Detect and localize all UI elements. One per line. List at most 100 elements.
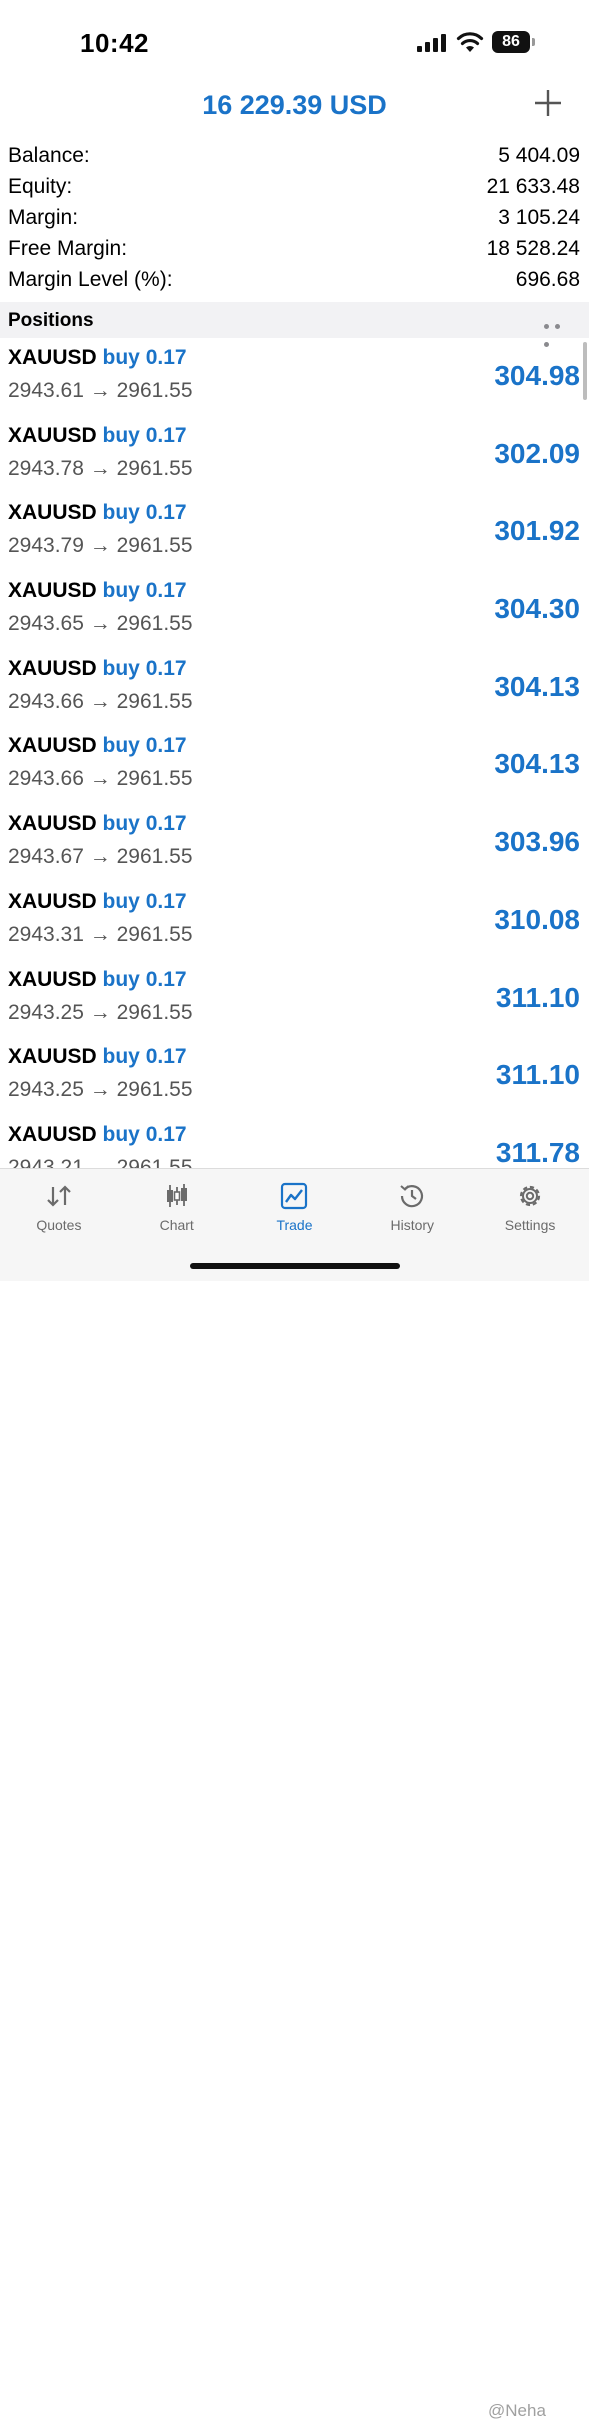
current-price: 2961.55 xyxy=(116,922,193,946)
position-row[interactable]: XAUUSD buy 0.17 2943.78 → 2961.55 302.09 xyxy=(0,418,589,496)
new-order-button[interactable] xyxy=(533,88,563,118)
battery-icon: 86 xyxy=(492,31,536,53)
position-row[interactable]: XAUUSD buy 0.17 2943.66 → 2961.55 304.13 xyxy=(0,728,589,806)
current-price: 2961.55 xyxy=(116,1078,193,1102)
price-arrow: → xyxy=(89,456,111,480)
current-price: 2961.55 xyxy=(116,689,193,713)
summary-label: Free Margin: xyxy=(8,237,128,260)
price-arrow: → xyxy=(89,1078,111,1102)
home-indicator[interactable] xyxy=(190,1263,400,1269)
tab-settings[interactable]: Settings xyxy=(471,1169,589,1249)
open-price: 2943.65 xyxy=(8,612,84,636)
position-direction: buy 0.17 xyxy=(102,501,187,525)
position-row[interactable]: XAUUSD buy 0.17 2943.65 → 2961.55 304.30 xyxy=(0,573,589,651)
history-clock-icon xyxy=(400,1185,424,1208)
summary-row-margin-level: Margin Level (%): 696.68 xyxy=(0,265,589,296)
current-price: 2961.55 xyxy=(116,767,193,791)
position-direction: buy 0.17 xyxy=(102,889,187,913)
position-row[interactable]: XAUUSD buy 0.17 2943.21 → 2961.55 311.78 xyxy=(0,1117,589,1168)
open-price: 2943.31 xyxy=(8,922,84,946)
position-symbol: XAUUSD xyxy=(8,967,97,991)
position-direction: buy 0.17 xyxy=(102,734,187,758)
position-direction: buy 0.17 xyxy=(102,1045,187,1069)
tab-label: History xyxy=(390,1217,435,1233)
tab-label: Quotes xyxy=(36,1217,82,1233)
header: 16 229.39 USD xyxy=(0,80,589,136)
more-options-icon[interactable] xyxy=(544,316,572,347)
current-price: 2961.55 xyxy=(116,612,193,636)
current-price: 2961.55 xyxy=(116,534,193,558)
summary-value: 21 633.48 xyxy=(486,175,580,198)
summary-row-free-margin: Free Margin: 18 528.24 xyxy=(0,234,589,265)
summary-row-margin: Margin: 3 105.24 xyxy=(0,203,589,234)
position-profit: 311.78 xyxy=(495,1136,580,1168)
tab-chart[interactable]: Chart xyxy=(118,1169,236,1249)
position-profit: 310.08 xyxy=(494,903,580,935)
position-profit: 304.98 xyxy=(494,360,580,391)
summary-label: Margin: xyxy=(8,206,79,229)
position-symbol: XAUUSD xyxy=(8,1122,97,1146)
position-profit: 311.10 xyxy=(495,981,580,1013)
cellular-signal-icon xyxy=(417,34,446,52)
position-profit: 302.09 xyxy=(494,437,580,469)
summary-value: 18 528.24 xyxy=(486,237,580,260)
summary-row-balance: Balance: 5 404.09 xyxy=(0,141,589,172)
price-arrow: → xyxy=(89,1000,111,1024)
position-symbol: XAUUSD xyxy=(8,1045,97,1069)
position-symbol: XAUUSD xyxy=(8,579,97,603)
price-arrow: → xyxy=(89,612,111,636)
account-summary: Balance: 5 404.09 Equity: 21 633.48 Marg… xyxy=(0,141,589,296)
position-direction: buy 0.17 xyxy=(102,1122,187,1146)
position-direction: buy 0.17 xyxy=(102,579,187,603)
status-time: 10:42 xyxy=(80,28,149,58)
price-arrow: → xyxy=(89,767,111,791)
tab-history[interactable]: History xyxy=(353,1169,471,1249)
price-arrow: → xyxy=(89,1155,111,1168)
position-profit: 301.92 xyxy=(494,515,580,547)
position-profit: 304.13 xyxy=(494,670,580,702)
position-symbol: XAUUSD xyxy=(8,501,97,525)
positions-list[interactable]: XAUUSD buy 0.17 2943.61 → 2961.55 304.98… xyxy=(0,340,589,1168)
status-bar: 10:42 86 xyxy=(0,0,589,80)
position-row[interactable]: XAUUSD buy 0.17 2943.61 → 2961.55 304.98 xyxy=(0,340,589,418)
position-row[interactable]: XAUUSD buy 0.17 2943.66 → 2961.55 304.13 xyxy=(0,651,589,729)
watermark-text: @Neha xyxy=(488,2401,546,2420)
battery-level: 86 xyxy=(492,31,530,53)
summary-label: Balance: xyxy=(8,144,90,167)
summary-value: 5 404.09 xyxy=(498,144,580,167)
tab-quotes[interactable]: Quotes xyxy=(0,1169,118,1249)
position-symbol: XAUUSD xyxy=(8,812,97,836)
open-price: 2943.25 xyxy=(8,1000,84,1024)
positions-section-header: Positions xyxy=(0,302,589,347)
price-arrow: → xyxy=(89,845,111,869)
tab-label: Chart xyxy=(159,1217,194,1233)
position-row[interactable]: XAUUSD buy 0.17 2943.31 → 2961.55 310.08 xyxy=(0,884,589,962)
price-arrow: → xyxy=(89,689,111,713)
quotes-arrows-icon xyxy=(47,1185,71,1207)
tab-trade[interactable]: Trade xyxy=(236,1169,354,1249)
position-direction: buy 0.17 xyxy=(102,346,187,369)
position-symbol: XAUUSD xyxy=(8,734,97,758)
position-row[interactable]: XAUUSD buy 0.17 2943.67 → 2961.55 303.96 xyxy=(0,806,589,884)
position-row[interactable]: XAUUSD buy 0.17 2943.25 → 2961.55 311.10 xyxy=(0,962,589,1040)
position-direction: buy 0.17 xyxy=(102,967,187,991)
position-profit: 304.13 xyxy=(494,748,580,780)
position-profit: 311.10 xyxy=(495,1059,580,1091)
price-arrow: → xyxy=(89,922,111,946)
open-price: 2943.66 xyxy=(8,767,84,791)
current-price: 2961.55 xyxy=(116,845,193,869)
position-symbol: XAUUSD xyxy=(8,346,97,369)
position-symbol: XAUUSD xyxy=(8,423,97,447)
current-price: 2961.55 xyxy=(116,379,193,402)
summary-value: 3 105.24 xyxy=(498,206,580,229)
position-row[interactable]: XAUUSD buy 0.17 2943.25 → 2961.55 311.10 xyxy=(0,1039,589,1117)
position-symbol: XAUUSD xyxy=(8,889,97,913)
open-price: 2943.67 xyxy=(8,845,84,869)
scrollbar[interactable] xyxy=(583,342,587,400)
current-price: 2961.55 xyxy=(116,1000,193,1024)
summary-value: 696.68 xyxy=(515,268,580,291)
current-price: 2961.55 xyxy=(116,1155,193,1168)
position-row[interactable]: XAUUSD buy 0.17 2943.79 → 2961.55 301.92 xyxy=(0,495,589,573)
positions-title: Positions xyxy=(8,310,94,331)
position-profit: 303.96 xyxy=(494,826,580,858)
